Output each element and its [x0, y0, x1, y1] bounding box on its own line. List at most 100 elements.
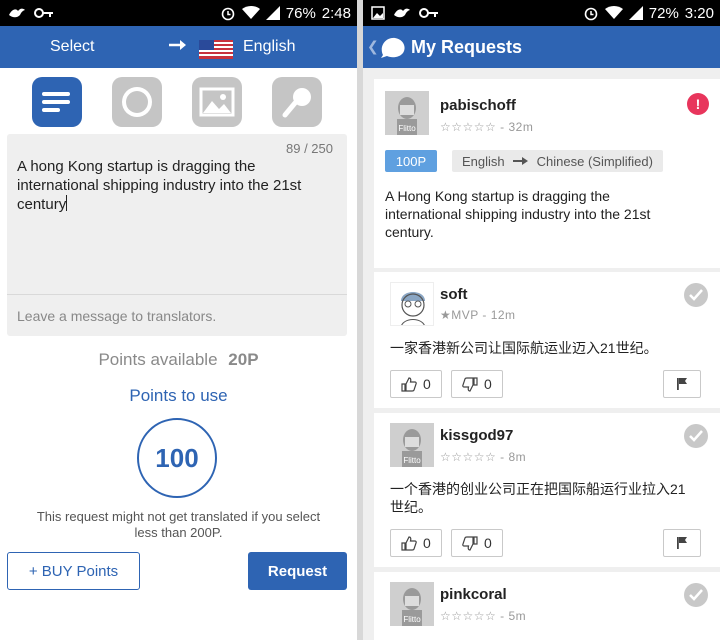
- flag-icon: [677, 378, 687, 390]
- image-icon: [199, 87, 235, 117]
- translator-meta: ☆☆☆☆☆ - 5m: [440, 609, 527, 623]
- voice-mode-button[interactable]: [272, 77, 322, 127]
- downvote-count: 0: [484, 376, 492, 392]
- my-requests-screen: 72% 3:20 ❮ My Requests Flitto pabischoff…: [363, 0, 720, 640]
- upvote-count: 0: [423, 376, 431, 392]
- points-badge: 100P: [385, 150, 437, 172]
- translator-name: soft: [440, 286, 468, 303]
- back-chevron-icon[interactable]: ❮: [367, 38, 379, 55]
- flitto-watermark: Flitto: [403, 456, 421, 465]
- thumbs-down-icon: [462, 376, 478, 392]
- text-lines-icon: [42, 92, 70, 112]
- key-icon: [34, 7, 54, 19]
- battery-percent: 76%: [285, 4, 316, 22]
- avatar: [390, 282, 434, 326]
- character-counter: 89 / 250: [286, 141, 333, 156]
- alert-badge[interactable]: !: [687, 93, 709, 115]
- target-language: Chinese (Simplified): [536, 153, 653, 169]
- arrow-right-icon: [512, 157, 528, 165]
- wifi-icon: [604, 6, 623, 20]
- flitto-watermark: Flitto: [403, 615, 421, 624]
- target-language-select[interactable]: English: [243, 38, 295, 56]
- alarm-icon: [583, 5, 599, 21]
- avatar: Flitto: [390, 582, 434, 626]
- signal-icon: [265, 6, 280, 20]
- camera-icon: [122, 87, 152, 117]
- clock: 3:20: [684, 4, 714, 22]
- check-icon[interactable]: [684, 583, 708, 607]
- arrow-right-icon: [168, 38, 188, 57]
- bird-notification-icon: [8, 6, 26, 20]
- wifi-icon: [241, 6, 260, 20]
- microphone-icon: [282, 88, 311, 118]
- translation-card[interactable]: Flitto pinkcoral ☆☆☆☆☆ - 5m: [374, 572, 720, 640]
- buy-points-button[interactable]: + BUY Points: [7, 552, 140, 590]
- image-notification-icon: [371, 6, 385, 20]
- page-title: My Requests: [411, 37, 523, 57]
- image-mode-button[interactable]: [192, 77, 242, 127]
- clock: 2:48: [321, 4, 351, 22]
- battery-percent: 72%: [648, 4, 679, 22]
- input-mode-bar: [0, 68, 357, 134]
- points-available-label: Points available: [98, 350, 218, 369]
- us-flag-icon: [199, 40, 233, 59]
- points-available: Points available 20P: [0, 350, 357, 370]
- signal-icon: [628, 6, 643, 20]
- report-button[interactable]: [663, 529, 701, 557]
- flitto-watermark: Flitto: [398, 124, 416, 133]
- language-bar: Select English: [0, 26, 357, 68]
- avatar: Flitto: [390, 423, 434, 467]
- downvote-count: 0: [484, 535, 492, 551]
- request-card[interactable]: Flitto pabischoff ☆☆☆☆☆ - 32m ! 100P Eng…: [374, 79, 720, 268]
- translation-card[interactable]: Flitto kissgod97 ☆☆☆☆☆ - 8m 一个香港的创业公司正在把…: [374, 413, 720, 567]
- app-bar: ❮ My Requests: [363, 26, 720, 68]
- request-button[interactable]: Request: [248, 552, 347, 590]
- source-language: English: [462, 153, 505, 169]
- requester-name: pabischoff: [440, 97, 516, 114]
- rating-stars: ☆☆☆☆☆: [440, 120, 497, 134]
- source-text-area[interactable]: 89 / 250 A hong Kong startup is dragging…: [7, 134, 347, 336]
- translator-meta: ★MVP - 12m: [440, 308, 516, 322]
- bird-notification-icon: [393, 6, 411, 20]
- thumbs-up-icon: [401, 535, 417, 551]
- upvote-button[interactable]: 0: [390, 529, 442, 557]
- status-bar: 72% 3:20: [363, 0, 720, 26]
- divider: [7, 294, 347, 295]
- points-to-use-selector[interactable]: 100: [137, 418, 217, 498]
- downvote-button[interactable]: 0: [451, 370, 503, 398]
- points-to-use-label: Points to use: [129, 386, 228, 405]
- alarm-icon: [220, 5, 236, 21]
- status-bar: 76% 2:48: [0, 0, 357, 26]
- message-to-translators-input[interactable]: Leave a message to translators.: [17, 308, 216, 324]
- translator-name: kissgod97: [440, 427, 514, 444]
- request-time: - 32m: [500, 120, 534, 134]
- language-pair-badge: English Chinese (Simplified): [452, 150, 663, 172]
- requester-meta: ☆☆☆☆☆ - 32m: [440, 120, 533, 134]
- compose-screen: 76% 2:48 Select English 89 / 250 A hong …: [0, 0, 357, 640]
- thumbs-down-icon: [462, 535, 478, 551]
- translation-card[interactable]: soft ★MVP - 12m 一家香港新公司让国际航运业迈入21世纪。 0 0: [374, 272, 720, 408]
- translator-meta: ☆☆☆☆☆ - 8m: [440, 450, 527, 464]
- downvote-button[interactable]: 0: [451, 529, 503, 557]
- translation-text: 一家香港新公司让国际航运业迈入21世纪。: [390, 340, 658, 356]
- check-icon[interactable]: [684, 424, 708, 448]
- key-icon: [419, 7, 439, 19]
- request-text: A Hong Kong startup is dragging the inte…: [385, 188, 651, 240]
- translator-name: pinkcoral: [440, 586, 507, 603]
- text-caret: [66, 195, 68, 211]
- avatar: Flitto: [385, 91, 429, 135]
- camera-mode-button[interactable]: [112, 77, 162, 127]
- report-button[interactable]: [663, 370, 701, 398]
- source-text: A hong Kong startup is dragging the inte…: [17, 158, 302, 213]
- flag-icon: [677, 537, 687, 549]
- points-warning: This request might not get translated if…: [36, 509, 321, 540]
- points-available-value: 20P: [228, 350, 259, 369]
- upvote-button[interactable]: 0: [390, 370, 442, 398]
- thumbs-up-icon: [401, 376, 417, 392]
- speech-bubble-logo-icon: [379, 35, 407, 64]
- text-mode-button[interactable]: [32, 77, 82, 127]
- points-to-use-value: 100: [155, 442, 199, 473]
- check-icon[interactable]: [684, 283, 708, 307]
- upvote-count: 0: [423, 535, 431, 551]
- source-language-select[interactable]: Select: [50, 38, 94, 56]
